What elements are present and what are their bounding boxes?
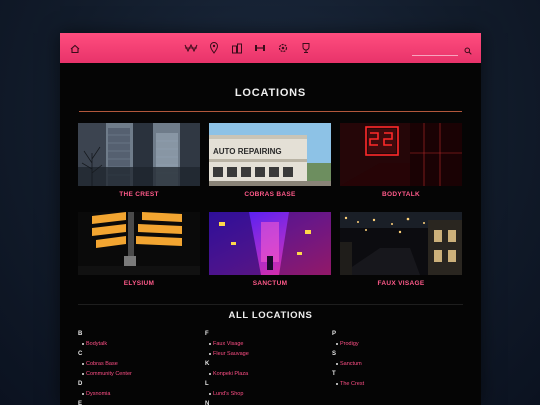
search-icon[interactable] <box>464 42 472 60</box>
index-letter: F <box>205 331 209 337</box>
location-card-elysium[interactable]: ELYSIUM <box>78 212 200 301</box>
sanctum-image <box>209 212 331 275</box>
faux-visage-image <box>340 212 462 275</box>
location-label: SANCTUM <box>252 280 288 287</box>
location-card-sanctum[interactable]: SANCTUM <box>209 212 331 301</box>
location-label: COBRAS BASE <box>244 191 296 198</box>
location-link[interactable]: Fleur Sauvage <box>205 349 332 359</box>
index-letter: P <box>332 331 337 337</box>
index-letter: K <box>205 361 210 367</box>
all-locations-index: B Bodytalk C Cobras Base Community Cente… <box>78 329 468 405</box>
search-bar <box>412 42 472 60</box>
home-icon[interactable] <box>69 42 81 54</box>
location-card-the-crest[interactable]: THE CREST <box>78 123 200 212</box>
location-label: ELYSIUM <box>123 280 155 287</box>
location-card-cobras-base[interactable]: AUTO REPAIRING COBRAS BASE <box>209 123 331 212</box>
gear-icon[interactable] <box>276 41 290 55</box>
elysium-image <box>78 212 200 275</box>
dumbbell-icon[interactable] <box>253 41 267 55</box>
index-letter: T <box>332 371 336 377</box>
location-link[interactable]: Konpeki Plaza <box>205 369 332 379</box>
index-column: P Prodigy S Sanctum T The Crest <box>332 329 459 405</box>
location-link[interactable]: Faux Visage <box>205 339 332 349</box>
index-letter: S <box>332 351 337 357</box>
cobras-base-image: AUTO REPAIRING <box>209 123 331 186</box>
location-label: FAUX VISAGE <box>377 280 425 287</box>
location-label: BODYTALK <box>381 191 421 198</box>
location-label: THE CREST <box>119 191 159 198</box>
location-link[interactable]: The Crest <box>332 379 459 389</box>
index-letter: B <box>78 331 83 337</box>
locations-page: LOCATIONS THE CREST AUTO REPAIRING COBRA… <box>60 33 481 405</box>
location-link[interactable]: Sanctum <box>332 359 459 369</box>
index-letter: E <box>78 401 83 405</box>
index-letter: C <box>78 351 83 357</box>
title-divider <box>79 111 462 112</box>
index-letter: D <box>78 381 83 387</box>
location-card-faux-visage[interactable]: FAUX VISAGE <box>340 212 462 301</box>
location-link[interactable]: Cobras Base <box>78 359 205 369</box>
search-input[interactable] <box>412 46 458 56</box>
the-crest-image <box>78 123 200 186</box>
shop-sign-text: AUTO REPAIRING <box>213 147 282 156</box>
featured-locations-grid: THE CREST AUTO REPAIRING COBRAS BASE BOD… <box>78 123 463 301</box>
buildings-icon[interactable] <box>230 41 244 55</box>
page-title: LOCATIONS <box>234 87 307 99</box>
index-column: B Bodytalk C Cobras Base Community Cente… <box>78 329 205 405</box>
index-letter: N <box>205 401 210 405</box>
nav-icon-group <box>184 41 313 55</box>
top-nav-bar <box>60 33 481 63</box>
all-locations-divider <box>78 304 463 305</box>
location-link[interactable]: Prodigy <box>332 339 459 349</box>
crest-logo-icon[interactable] <box>184 41 198 55</box>
bodytalk-image <box>340 123 462 186</box>
all-locations-title: ALL LOCATIONS <box>228 310 313 321</box>
location-link[interactable]: Community Center <box>78 369 205 379</box>
trophy-icon[interactable] <box>299 41 313 55</box>
index-letter: L <box>205 381 209 387</box>
location-link[interactable]: Lund's Shop <box>205 389 332 399</box>
location-link[interactable]: Dysnomia <box>78 389 205 399</box>
map-pin-icon[interactable] <box>207 41 221 55</box>
location-card-bodytalk[interactable]: BODYTALK <box>340 123 462 212</box>
index-column: F Faux Visage Fleur Sauvage K Konpeki Pl… <box>205 329 332 405</box>
location-link[interactable]: Bodytalk <box>78 339 205 349</box>
